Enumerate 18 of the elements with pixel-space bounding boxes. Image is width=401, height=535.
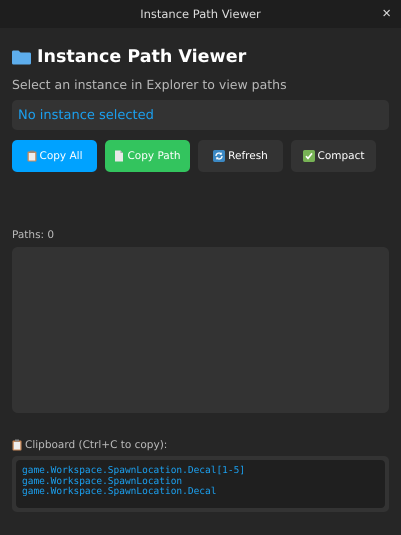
action-button[interactable]: Refresh — [198, 140, 283, 172]
clipboard-icon — [26, 150, 36, 162]
path-count: Paths: 0 — [12, 229, 56, 241]
instance-field: No instance selected — [12, 100, 389, 130]
clipboard-line: game.Workspace.SpawnLocation.Decal — [22, 487, 218, 498]
clipboard-label: Clipboard (Ctrl+C to copy): — [25, 439, 168, 451]
action-button[interactable]: Compact — [291, 140, 376, 172]
checkbox-icon — [302, 150, 314, 162]
document-icon — [114, 150, 124, 162]
window-title: Instance Path Viewer — [140, 7, 261, 21]
folder-icon — [12, 50, 31, 64]
instruction-text: Select an instance in Explorer to view paths — [12, 77, 288, 92]
clipboard-icon — [12, 439, 22, 451]
app-title: Instance Path Viewer — [37, 47, 246, 67]
clipboard-line: game.Workspace.SpawnLocation — [22, 476, 182, 487]
refresh-icon — [213, 150, 226, 162]
close-button[interactable]: × — [382, 5, 391, 22]
clipboard-line: game.Workspace.SpawnLocation.Decal[1-5] — [22, 466, 246, 476]
